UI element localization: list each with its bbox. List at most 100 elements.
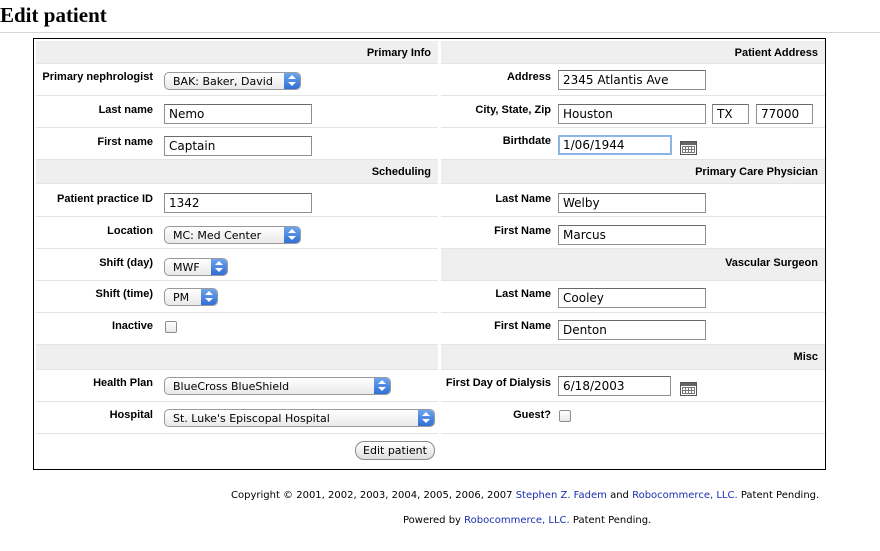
hospital-label: Hospital [109,409,153,421]
calendar-icon[interactable] [680,141,697,155]
row-city-state-zip: City, State, Zip Houston TX 77000 [441,96,825,128]
row-shift-day: Shift (day) MWF [36,249,438,281]
health-plan-select[interactable]: BlueCross BlueShield [164,377,391,395]
row-pcp-first-name: First Name Marcus [441,217,825,249]
section-primary-info: Primary Info [36,41,438,64]
row-birthdate: Birthdate 1/06/1944 [441,128,825,160]
shift-day-value: MWF [173,261,200,274]
section-title: Scheduling [371,166,431,178]
surgeon-last-name-input[interactable]: Cooley [558,288,706,308]
inactive-label: Inactive [112,320,153,332]
powered-by-link[interactable]: Robocommerce, LLC. [464,515,570,526]
section-title: Patient Address [734,47,818,59]
location-value: MC: Med Center [173,229,262,242]
birthdate-label: Birthdate [502,135,551,147]
practice-id-input[interactable]: 1342 [164,193,312,213]
section-title: Vascular Surgeon [725,257,818,269]
inactive-checkbox[interactable] [165,321,177,333]
health-plan-value: BlueCross BlueShield [173,380,290,393]
shift-time-value: PM [173,291,190,304]
surgeon-last-name-label: Last Name [495,288,551,300]
row-pcp-last-name: Last Name Welby [441,184,825,217]
surgeon-first-name-input[interactable]: Denton [558,320,706,340]
practice-id-label: Patient practice ID [57,193,153,205]
row-first-name: First name Captain [36,128,438,160]
column-divider [439,41,441,467]
edit-patient-form: Primary Info Primary nephrologist BAK: B… [33,38,826,470]
address-input[interactable]: 2345 Atlantis Ave [558,70,706,90]
hospital-select[interactable]: St. Luke's Episcopal Hospital [164,409,435,427]
row-health-plan: Health Plan BlueCross BlueShield [36,370,438,402]
row-surgeon-first-name: First Name Denton [441,313,825,345]
last-name-label: Last name [98,104,153,116]
and-text: and [610,490,629,501]
surgeon-first-name-label: First Name [494,320,551,332]
select-arrows-icon [284,227,300,243]
row-inactive: Inactive [36,313,438,345]
row-primary-nephrologist: Primary nephrologist BAK: Baker, David [36,64,438,96]
location-select[interactable]: MC: Med Center [164,226,301,244]
row-surgeon-last-name: Last Name Cooley [441,281,825,313]
row-hospital: Hospital St. Luke's Episcopal Hospital [36,402,438,434]
last-name-input[interactable]: Nemo [164,104,312,124]
select-arrows-icon [211,259,227,275]
company-link[interactable]: Robocommerce, LLC. [632,490,738,501]
section-title: Primary Info [366,47,431,59]
birthdate-input[interactable]: 1/06/1944 [558,135,672,155]
row-last-name: Last name Nemo [36,96,438,128]
powered-patent-text: Patent Pending. [572,515,652,526]
section-title: Primary Care Physician [695,166,818,178]
row-empty [441,434,825,467]
select-arrows-icon [284,73,300,89]
guest-checkbox[interactable] [559,410,571,422]
first-name-label: First name [97,136,153,148]
pcp-first-name-input[interactable]: Marcus [558,225,706,245]
calendar-icon[interactable] [680,382,697,396]
row-submit: Edit patient [36,434,438,467]
title-divider [0,32,880,33]
city-state-zip-label: City, State, Zip [475,104,551,116]
section-primary-care-physician: Primary Care Physician [441,160,825,184]
row-shift-time: Shift (time) PM [36,281,438,313]
shift-day-select[interactable]: MWF [164,258,228,276]
row-first-day-dialysis: First Day of Dialysis 6/18/2003 [441,370,825,402]
dialysis-label: First Day of Dialysis [445,377,551,389]
select-arrows-icon [201,289,217,305]
section-scheduling: Scheduling [36,160,438,184]
pcp-last-name-label: Last Name [495,193,551,205]
nephrologist-value: BAK: Baker, David [173,75,273,88]
pcp-last-name-input[interactable]: Welby [558,193,706,213]
dialysis-date-input[interactable]: 6/18/2003 [558,376,671,396]
location-label: Location [107,225,153,237]
select-arrows-icon [418,410,434,426]
shift-time-label: Shift (time) [95,288,153,300]
powered-by-text: Powered by [403,515,461,526]
first-name-input[interactable]: Captain [164,136,312,156]
nephrologist-select[interactable]: BAK: Baker, David [164,72,301,90]
pcp-first-name-label: First Name [494,225,551,237]
city-input[interactable]: Houston [558,104,706,124]
edit-patient-button[interactable]: Edit patient [355,441,435,460]
select-arrows-icon [374,378,390,394]
health-plan-label: Health Plan [93,377,153,389]
section-misc-spacer [36,345,438,370]
author-link[interactable]: Stephen Z. Fadem [516,490,607,501]
powered-by-footer: Powered by Robocommerce, LLC. Patent Pen… [403,515,651,526]
section-misc: Misc [441,345,825,370]
patent-text: Patent Pending. [740,490,820,501]
hospital-value: St. Luke's Episcopal Hospital [173,412,330,425]
row-practice-id: Patient practice ID 1342 [36,184,438,217]
row-location: Location MC: Med Center [36,217,438,249]
shift-day-label: Shift (day) [99,257,153,269]
page-title: Edit patient [0,3,107,27]
copyright-text: Copyright © 2001, 2002, 2003, 2004, 2005… [231,490,513,501]
guest-label: Guest? [513,409,551,421]
zip-input[interactable]: 77000 [756,104,813,124]
state-input[interactable]: TX [712,104,749,124]
nephrologist-label: Primary nephrologist [42,71,153,83]
section-patient-address: Patient Address [441,41,825,64]
shift-time-select[interactable]: PM [164,288,218,306]
address-label: Address [506,71,551,83]
row-guest: Guest? [441,402,825,434]
section-title: Misc [793,351,818,363]
